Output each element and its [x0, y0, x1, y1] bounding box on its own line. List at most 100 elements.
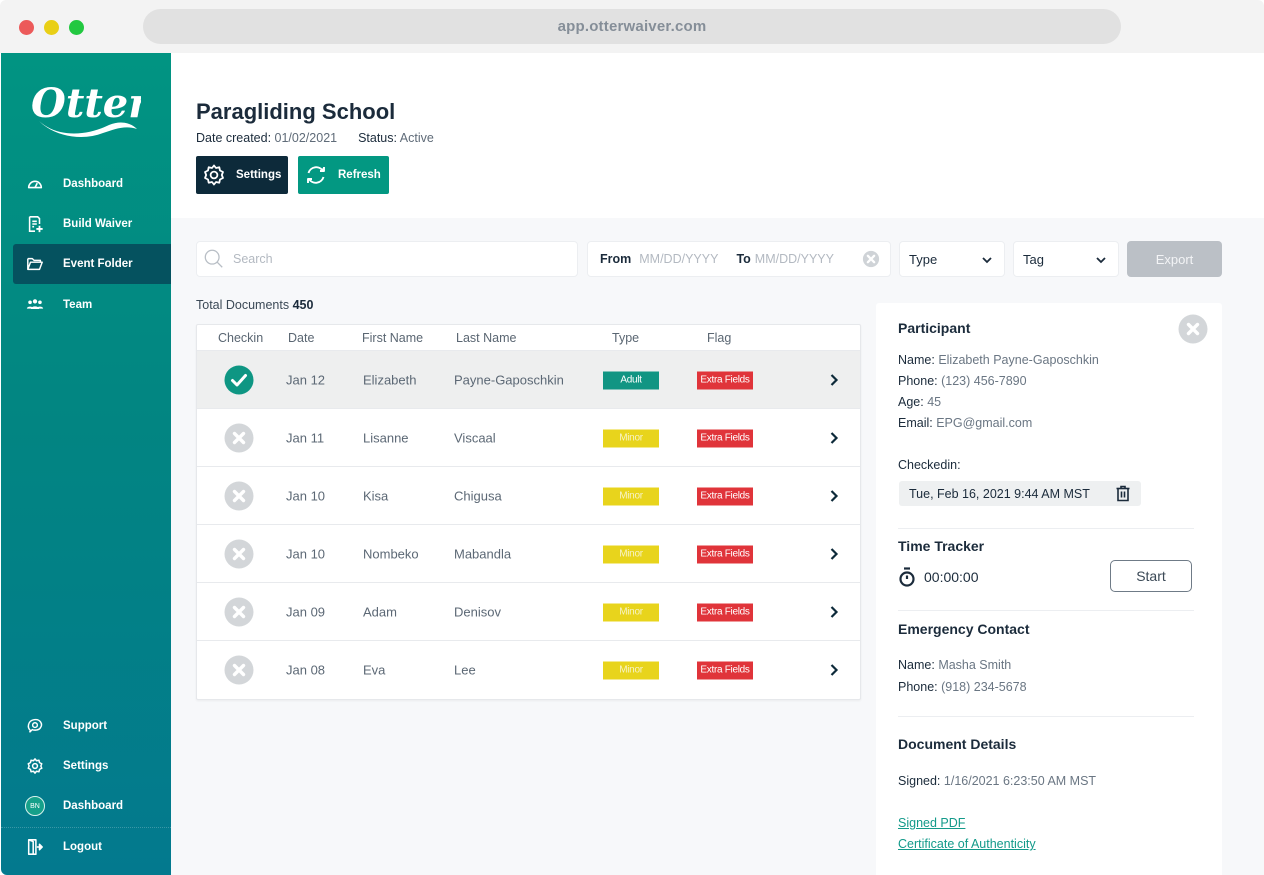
divider [898, 528, 1194, 529]
chevron-right-icon[interactable] [827, 489, 841, 503]
column-header-last-name[interactable]: Last Name [456, 331, 516, 345]
emergency-phone: Phone: (918) 234-5678 [898, 680, 1027, 694]
table-body: Jan 12 Elizabeth Payne-Gaposchkin Adult Extr… [197, 351, 860, 699]
clear-date-icon[interactable] [862, 250, 880, 268]
chevron-right-icon[interactable] [827, 431, 841, 445]
field-label: Signed: [898, 774, 941, 788]
sidebar-item-team[interactable]: Team [13, 285, 179, 325]
table-row[interactable]: Jan 09 Adam Denisov Minor Extra Fields [197, 583, 860, 641]
not-checked-in-icon[interactable] [224, 539, 254, 569]
from-label: From [600, 252, 632, 266]
field-label: Name: [898, 658, 935, 672]
table-row[interactable]: Jan 08 Eva Lee Minor Extra Fields [197, 641, 860, 699]
sidebar-item-logout[interactable]: Logout [13, 827, 179, 867]
otter-logo[interactable]: Otter [29, 73, 152, 139]
cell-last-name: Viscaal [454, 430, 496, 445]
sidebar-item-label: Settings [63, 760, 109, 772]
cell-date: Jan 09 [286, 604, 326, 619]
type-badge: Minor [603, 429, 659, 447]
column-header-date[interactable]: Date [288, 331, 314, 345]
cell-first-name: Nombeko [363, 546, 419, 561]
cell-first-name: Adam [363, 604, 397, 619]
gear-icon [204, 164, 224, 186]
flag-badge: Extra Fields [697, 545, 753, 563]
sidebar-item-event-folder[interactable]: Event Folder [13, 244, 179, 284]
column-header-flag[interactable]: Flag [707, 331, 731, 345]
content-area: From MM/DD/YYYY To MM/DD/YYYY Type Tag E… [171, 218, 1264, 875]
type-dropdown[interactable]: Type [899, 241, 1005, 277]
signed-pdf-link[interactable]: Signed PDF [898, 816, 965, 830]
flag-badge: Extra Fields [697, 487, 753, 505]
documents-table: Checkin Date First Name Last Name Type F… [196, 324, 861, 700]
cell-flag: Extra Fields [697, 486, 753, 505]
table-row[interactable]: Jan 10 Nombeko Mabandla Minor Extra Fields [197, 525, 860, 583]
participant-phone: Phone: (123) 456-7890 [898, 374, 1027, 388]
gauge-icon [25, 174, 45, 194]
settings-button[interactable]: Settings [196, 156, 288, 194]
cell-last-name: Lee [454, 662, 476, 678]
search-input[interactable] [233, 252, 553, 266]
logo-wordmark: Otter [31, 80, 141, 127]
table-row[interactable]: Jan 12 Elizabeth Payne-Gaposchkin Adult Extr… [197, 351, 860, 409]
close-icon[interactable] [1178, 314, 1208, 344]
chevron-right-icon[interactable] [827, 663, 841, 677]
table-row[interactable]: Jan 11 Lisanne Viscaal Minor Extra Fields [197, 409, 860, 467]
certificate-of-authenticity-link[interactable]: Certificate of Authenticity [898, 837, 1036, 851]
flag-badge: Extra Fields [697, 371, 753, 389]
tag-dropdown[interactable]: Tag [1013, 241, 1119, 277]
cell-first-name: Elizabeth [363, 372, 417, 387]
chevron-right-icon[interactable] [827, 373, 841, 387]
window-close-button[interactable] [19, 20, 34, 35]
page-title: Paragliding School [196, 99, 396, 124]
checkin-timestamp: Tue, Feb 16, 2021 9:44 AM MST [909, 486, 1090, 501]
field-value: Elizabeth Payne-Gaposchkin [938, 353, 1099, 367]
address-bar[interactable]: app.otterwaiver.com [143, 9, 1121, 44]
sidebar-item-profile-dashboard[interactable]: BN Dashboard [13, 786, 179, 826]
cell-type: Minor [603, 544, 659, 563]
cell-flag: Extra Fields [697, 370, 753, 389]
sidebar-item-support[interactable]: Support [13, 706, 179, 746]
not-checked-in-icon[interactable] [224, 597, 254, 627]
refresh-icon [307, 166, 325, 184]
not-checked-in-icon[interactable] [224, 655, 254, 685]
table-row[interactable]: Jan 10 Kisa Chigusa Minor Extra Fields [197, 467, 860, 525]
sidebar-item-dashboard[interactable]: Dashboard [13, 164, 179, 204]
sidebar-item-settings[interactable]: Settings [13, 746, 179, 786]
cell-date: Jan 11 [286, 430, 325, 445]
column-header-type[interactable]: Type [612, 331, 639, 345]
participant-age: Age: 45 [898, 395, 941, 409]
divider [898, 716, 1194, 717]
chevron-right-icon[interactable] [827, 605, 841, 619]
column-header-first-name[interactable]: First Name [362, 331, 423, 345]
checked-in-icon[interactable] [224, 365, 254, 395]
not-checked-in-icon[interactable] [224, 481, 254, 511]
settings-button-label: Settings [236, 169, 282, 181]
start-timer-button[interactable]: Start [1110, 560, 1192, 592]
window-minimize-button[interactable] [44, 20, 59, 35]
cell-date: Jan 10 [286, 488, 326, 503]
trash-icon[interactable] [1115, 485, 1131, 502]
date-created-value: 01/02/2021 [274, 131, 338, 145]
date-created-label: Date created: [196, 131, 272, 145]
from-date-input[interactable]: MM/DD/YYYY [639, 252, 718, 266]
not-checked-in-icon[interactable] [224, 423, 254, 453]
divider [898, 610, 1194, 611]
cell-date: Jan 10 [286, 546, 326, 561]
type-badge: Adult [603, 371, 659, 389]
column-header-checkin[interactable]: Checkin [218, 331, 263, 345]
field-label: Phone: [898, 680, 938, 694]
date-range-filter[interactable]: From MM/DD/YYYY To MM/DD/YYYY [587, 241, 891, 277]
search-box[interactable] [196, 241, 578, 277]
document-add-icon [25, 214, 45, 234]
sidebar-item-build-waiver[interactable]: Build Waiver [13, 204, 179, 244]
cell-first-name: Kisa [363, 488, 389, 503]
emergency-contact-heading: Emergency Contact [898, 621, 1030, 637]
cell-first-name: Lisanne [363, 430, 409, 445]
to-date-input[interactable]: MM/DD/YYYY [755, 252, 834, 266]
chevron-right-icon[interactable] [827, 547, 841, 561]
refresh-button[interactable]: Refresh [298, 156, 389, 194]
chevron-down-icon [982, 257, 992, 264]
window-maximize-button[interactable] [69, 20, 84, 35]
field-label: Phone: [898, 374, 938, 388]
export-button[interactable]: Export [1127, 241, 1222, 277]
